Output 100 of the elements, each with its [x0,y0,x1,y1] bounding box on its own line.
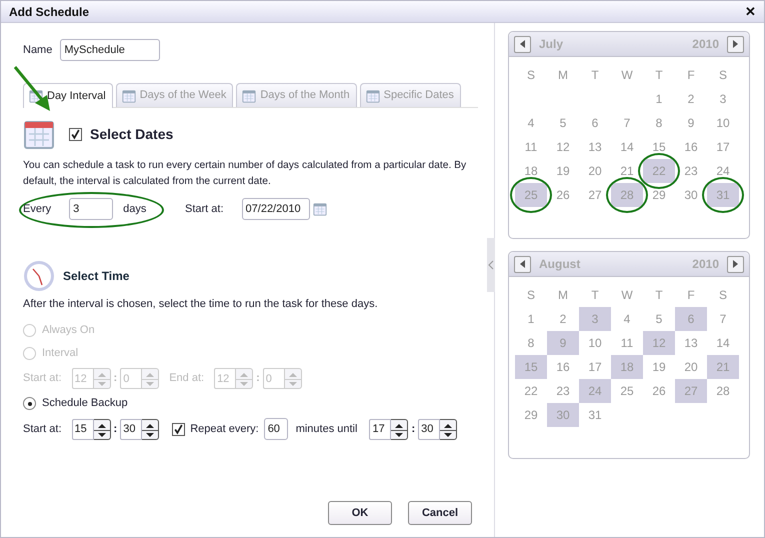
calendar-day[interactable]: 11 [515,135,547,159]
close-button[interactable]: ✕ [745,5,756,18]
calendar-day[interactable]: 19 [643,355,675,379]
spinner-arrows-icon[interactable] [391,418,408,440]
calendar-day[interactable]: 29 [643,183,675,207]
weekday-label: S [526,67,536,84]
calendar-day[interactable]: 6 [675,307,707,331]
calendar-day[interactable]: 12 [547,135,579,159]
calendar-day[interactable]: 21 [707,355,739,379]
calendar-day[interactable]: 17 [707,135,739,159]
calendar-day[interactable]: 15 [515,355,547,379]
next-month-button[interactable] [727,256,744,272]
calendar-day[interactable]: 30 [547,403,579,427]
calendar-day[interactable]: 30 [675,183,707,207]
calendar-day[interactable]: 24 [707,159,739,183]
calendar-day[interactable]: 7 [611,111,643,135]
field-label: Name [23,42,52,58]
calendar-day[interactable]: 27 [675,379,707,403]
weekday-label: T [654,287,664,304]
weekday-label: S [526,287,536,304]
calendar-day[interactable]: 11 [611,331,643,355]
calendar-day[interactable]: 21 [611,159,643,183]
calendar-day[interactable]: 1 [515,307,547,331]
calendar-day[interactable]: 24 [579,379,611,403]
calendar-day[interactable]: 3 [707,87,739,111]
calendar-day[interactable]: 3 [579,307,611,331]
number-field[interactable]: 17 [369,418,392,440]
tab[interactable]: Specific Dates [360,83,461,107]
calendar-day[interactable]: 27 [579,183,611,207]
spinner-arrows-icon[interactable] [142,418,160,440]
calendar-day[interactable]: 2 [675,87,707,111]
calendar-day[interactable]: 29 [515,403,547,427]
calendar-day[interactable]: 26 [547,183,579,207]
calendar-day[interactable]: 16 [547,355,579,379]
calendar-day[interactable]: 10 [579,331,611,355]
calendar-day[interactable]: 13 [579,135,611,159]
calendar-day[interactable]: 23 [547,379,579,403]
number-field[interactable]: 15 [72,418,94,440]
calendar-day[interactable]: 22 [643,159,675,183]
calendar-day[interactable]: 15 [643,135,675,159]
tab[interactable]: Days of the Month [236,83,357,107]
calendar-day[interactable]: 28 [611,183,643,207]
number-field[interactable]: 60 [264,418,288,440]
calendar-day[interactable]: 26 [643,379,675,403]
radio-label: Schedule Backup [42,396,128,412]
calendar-day[interactable]: 20 [579,159,611,183]
spinner-arrows-icon[interactable] [94,418,111,440]
calendar-day[interactable]: 22 [515,379,547,403]
calendar-day[interactable]: 9 [547,331,579,355]
name-field[interactable]: MySchedule [60,39,160,61]
weekday-label: M [557,287,569,304]
number-field[interactable]: 30 [120,418,142,440]
calendar-day[interactable]: 25 [611,379,643,403]
checkbox[interactable] [69,128,82,140]
tab[interactable]: Day Interval [23,83,113,108]
checkbox[interactable] [172,422,186,436]
calendar-day[interactable]: 18 [515,159,547,183]
radio-button[interactable] [23,397,36,410]
calendar-day[interactable]: 9 [675,111,707,135]
calendar-day[interactable]: 23 [675,159,707,183]
calendar-day[interactable]: 14 [611,135,643,159]
calendar-day[interactable]: 17 [579,355,611,379]
calendar-day[interactable]: 5 [643,307,675,331]
interval-field[interactable]: 3 [69,198,114,220]
calendar-day[interactable]: 14 [707,331,739,355]
previous-month-button[interactable] [514,36,531,52]
calendar-day[interactable]: 5 [547,111,579,135]
field-label: minutes until [296,422,358,437]
calendar-day[interactable]: 8 [643,111,675,135]
spinner-arrows-icon[interactable] [440,418,458,440]
next-month-button[interactable] [727,36,744,52]
spinner-arrows-icon [94,368,111,389]
calendar-day[interactable]: 4 [611,307,643,331]
tab[interactable]: Days of the Week [116,83,234,107]
calendar-day[interactable]: 8 [515,331,547,355]
calendar-day[interactable]: 4 [515,111,547,135]
calendar-day[interactable]: 31 [579,403,611,427]
calendar-day[interactable]: 7 [707,307,739,331]
calendar-day[interactable]: 10 [707,111,739,135]
calendar-day[interactable]: 31 [707,183,739,207]
calendar-day[interactable]: 20 [675,355,707,379]
calendar-day[interactable]: 25 [515,183,547,207]
calendar-day[interactable]: 2 [547,307,579,331]
caret-left-icon [520,260,525,268]
dialog-button[interactable]: OK [328,501,392,525]
field-label: Start at: [23,371,62,386]
calendar-day[interactable]: 13 [675,331,707,355]
calendar-day[interactable]: 19 [547,159,579,183]
previous-month-button[interactable] [514,256,531,272]
number-field[interactable]: 30 [418,418,440,440]
calendar-day[interactable]: 28 [707,379,739,403]
date-field[interactable]: 07/22/2010 [242,198,310,220]
weekday-label: S [718,67,728,84]
calendar-day[interactable]: 18 [611,355,643,379]
dialog-button[interactable]: Cancel [408,501,472,525]
calendar-day[interactable]: 16 [675,135,707,159]
collapse-handle[interactable] [487,238,495,292]
calendar-day[interactable]: 6 [579,111,611,135]
calendar-day[interactable]: 12 [643,331,675,355]
calendar-day[interactable]: 1 [643,87,675,111]
